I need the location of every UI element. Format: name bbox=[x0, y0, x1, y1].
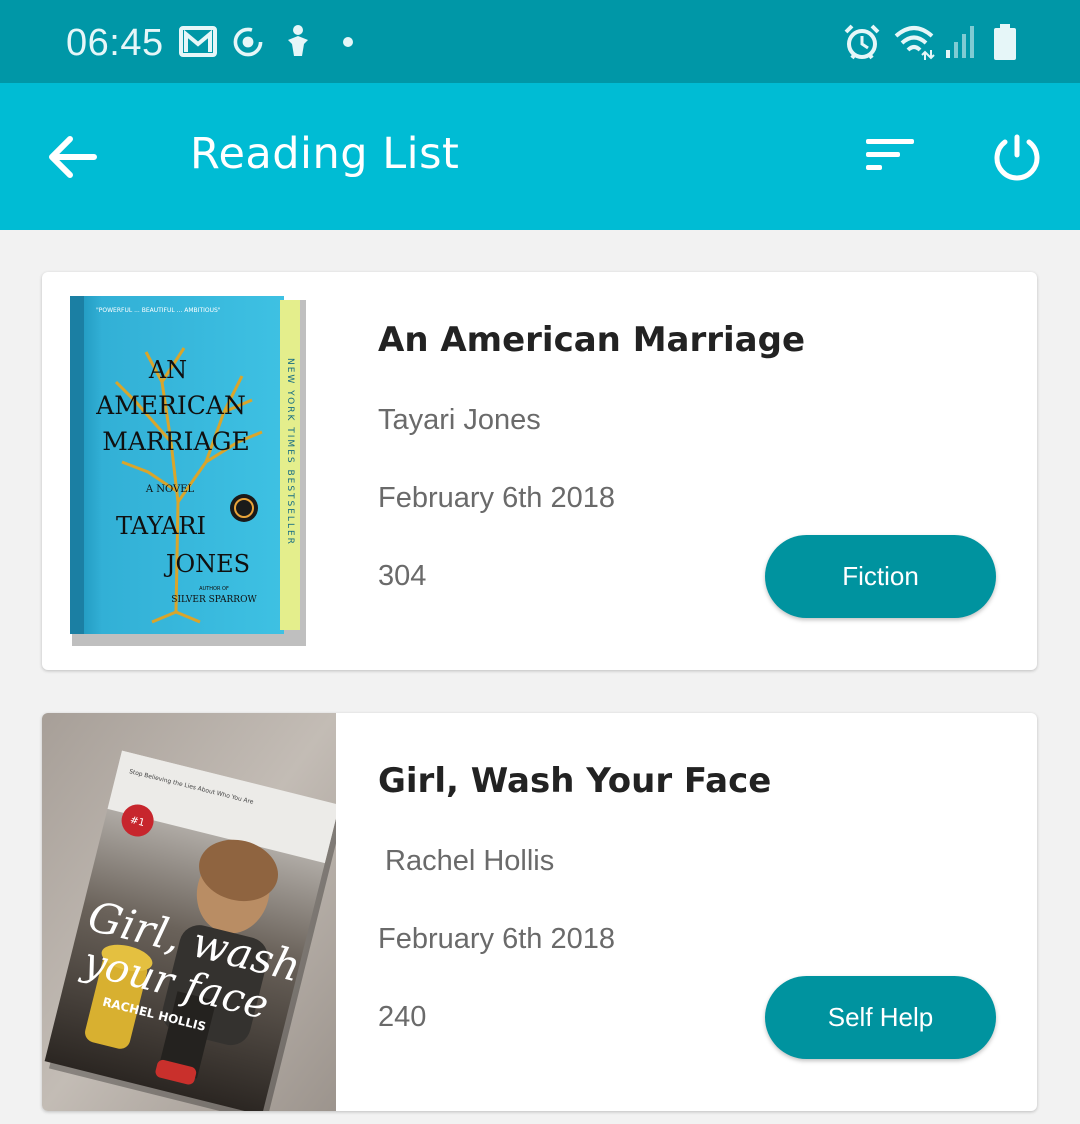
cover-side-text: NEW YORK TIMES BESTSELLER bbox=[285, 358, 295, 546]
signal-icon bbox=[946, 26, 974, 58]
book-cover-image: "POWERFUL ... BEAUTIFUL ... AMBITIOUS" A… bbox=[70, 296, 306, 646]
cover-subtitle: A NOVEL bbox=[145, 484, 195, 495]
status-time: 06:45 bbox=[66, 22, 164, 64]
back-arrow-icon[interactable] bbox=[46, 133, 98, 181]
cover-quote: "POWERFUL ... BEAUTIFUL ... AMBITIOUS" bbox=[96, 307, 221, 314]
battery-icon bbox=[994, 24, 1016, 60]
book-card[interactable]: "POWERFUL ... BEAUTIFUL ... AMBITIOUS" A… bbox=[42, 272, 1037, 670]
book-date: February 6th 2018 bbox=[378, 923, 615, 955]
book-card[interactable]: Stop Believing the Lies About Who You Ar… bbox=[42, 713, 1037, 1111]
alarm-icon bbox=[844, 24, 880, 60]
app-bar: Reading List bbox=[0, 83, 1080, 230]
power-icon[interactable] bbox=[990, 133, 1044, 183]
book-title: An American Marriage bbox=[378, 320, 806, 360]
book-author: Rachel Hollis bbox=[385, 845, 555, 877]
cover-byline-small: AUTHOR OF bbox=[199, 586, 229, 592]
page-title: Reading List bbox=[190, 129, 460, 179]
wifi-icon bbox=[894, 26, 935, 60]
book-pages: 240 bbox=[378, 1001, 427, 1033]
genre-button[interactable]: Fiction bbox=[765, 535, 996, 618]
book-date: February 6th 2018 bbox=[378, 482, 615, 514]
book-author: Tayari Jones bbox=[378, 404, 541, 436]
gmail-icon bbox=[179, 26, 217, 57]
dot-icon bbox=[343, 37, 353, 47]
book-title: Girl, Wash Your Face bbox=[378, 761, 772, 801]
cover-title-line-2: AMERICAN bbox=[95, 391, 246, 420]
accessibility-icon bbox=[288, 25, 308, 56]
book-cover-image: Stop Believing the Lies About Who You Ar… bbox=[42, 713, 336, 1111]
sort-icon[interactable] bbox=[862, 135, 918, 175]
cover-title-line-3: MARRIAGE bbox=[102, 427, 249, 456]
cover-author-first: TAYARI bbox=[116, 512, 206, 540]
status-bar: 06:45 bbox=[0, 0, 1080, 83]
book-pages: 304 bbox=[378, 560, 427, 592]
cover-title-line-1: AN bbox=[148, 356, 187, 384]
cover-author-last: JONES bbox=[163, 550, 250, 578]
sync-icon bbox=[233, 27, 263, 57]
genre-button[interactable]: Self Help bbox=[765, 976, 996, 1059]
cover-previous-book: SILVER SPARROW bbox=[171, 595, 257, 605]
